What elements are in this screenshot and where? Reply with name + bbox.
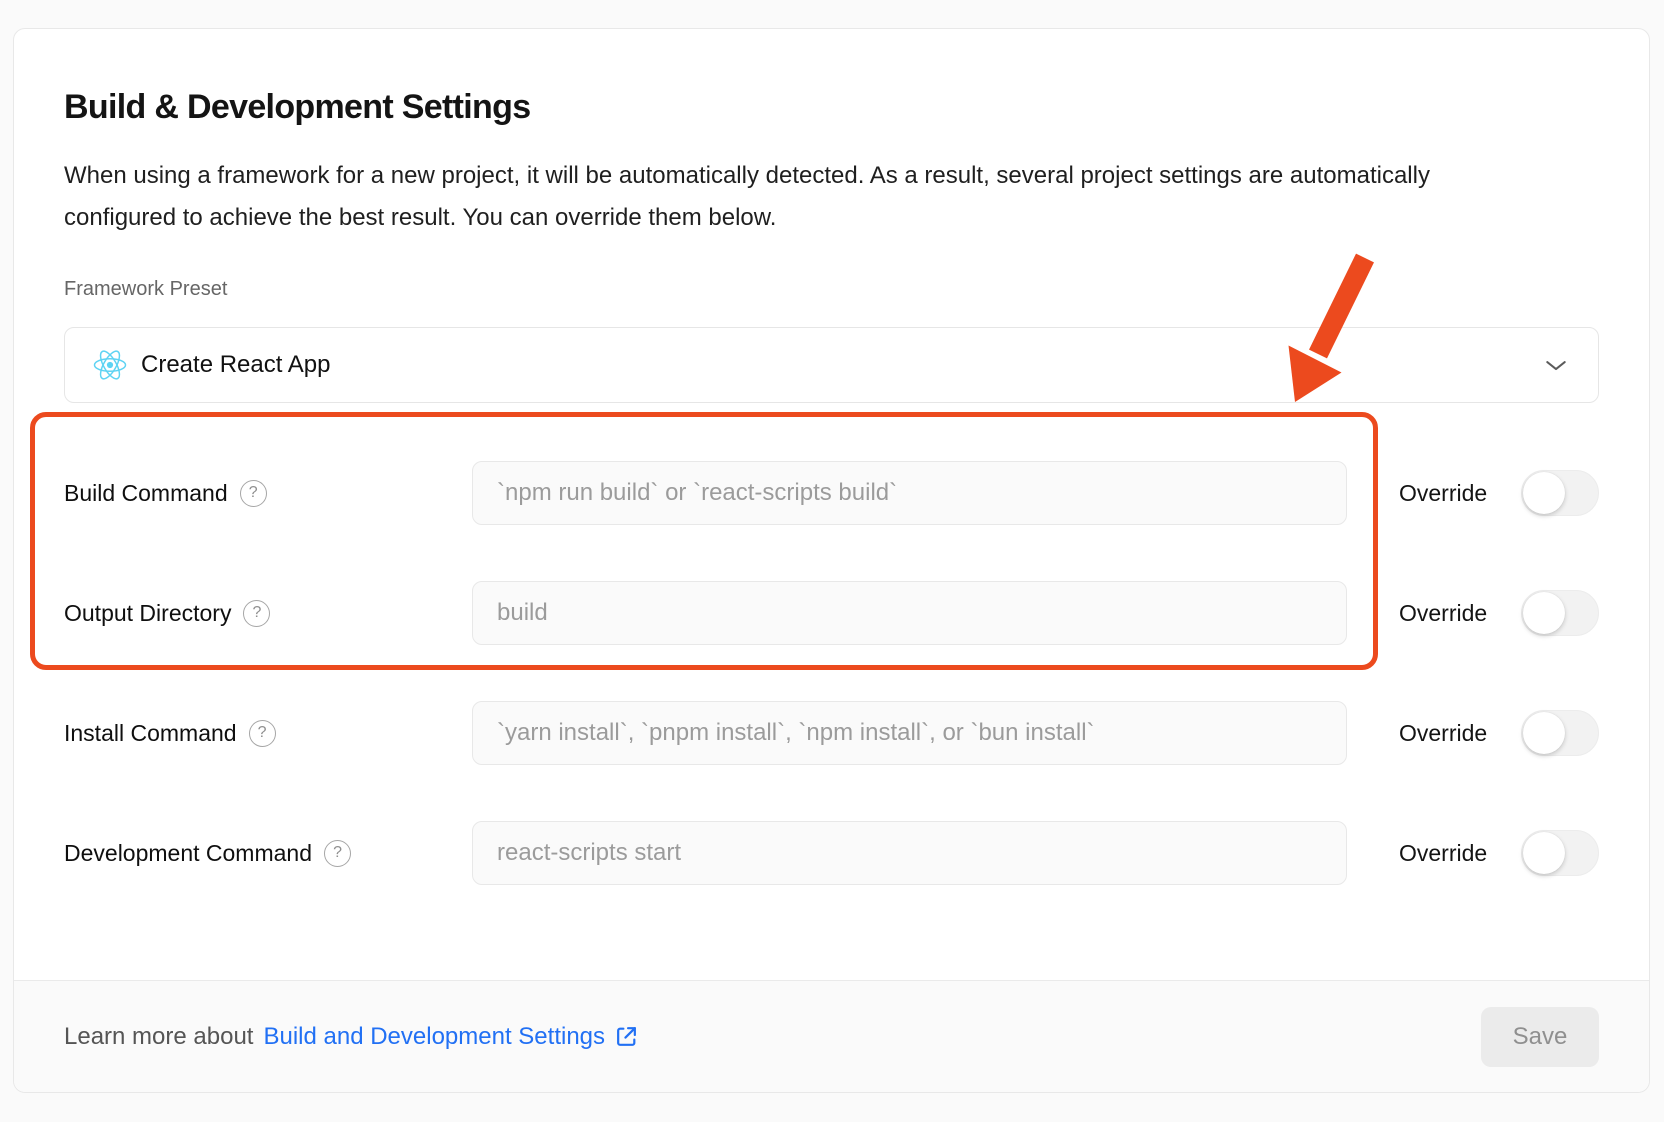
- development-command-row: Development Command ? Override: [64, 821, 1599, 885]
- question-mark-icon[interactable]: ?: [324, 840, 351, 867]
- save-button[interactable]: Save: [1481, 1007, 1599, 1067]
- page: Build & Development Settings When using …: [0, 0, 1664, 1122]
- settings-rows: Build Command ? Override Output Director…: [64, 461, 1599, 885]
- output-directory-label-group: Output Directory ?: [64, 600, 472, 627]
- install-command-label-group: Install Command ?: [64, 720, 472, 747]
- learn-more-prefix: Learn more about: [64, 1023, 253, 1051]
- toggle-knob: [1523, 592, 1565, 634]
- override-label: Override: [1399, 720, 1487, 747]
- development-command-override-group: Override: [1399, 830, 1599, 876]
- external-link-icon: [614, 1024, 639, 1049]
- override-toggle[interactable]: [1521, 470, 1599, 516]
- output-directory-override-group: Override: [1399, 590, 1599, 636]
- override-toggle[interactable]: [1521, 710, 1599, 756]
- question-mark-icon[interactable]: ?: [240, 480, 267, 507]
- development-command-input: [472, 821, 1347, 885]
- framework-preset-label: Framework Preset: [64, 275, 1599, 303]
- install-command-input: [472, 701, 1347, 765]
- toggle-knob: [1523, 832, 1565, 874]
- question-mark-icon[interactable]: ?: [243, 600, 270, 627]
- page-title: Build & Development Settings: [64, 85, 1599, 129]
- question-mark-icon[interactable]: ?: [249, 720, 276, 747]
- build-settings-card: Build & Development Settings When using …: [13, 28, 1650, 1093]
- card-body: Build & Development Settings When using …: [14, 29, 1649, 941]
- development-command-label-group: Development Command ?: [64, 840, 472, 867]
- build-command-label: Build Command: [64, 480, 228, 507]
- output-directory-row: Output Directory ? Override: [64, 581, 1599, 645]
- override-label: Override: [1399, 600, 1487, 627]
- development-command-label: Development Command: [64, 840, 312, 867]
- docs-link-label: Build and Development Settings: [263, 1023, 605, 1051]
- install-command-row: Install Command ? Override: [64, 701, 1599, 765]
- chevron-down-icon: [1542, 351, 1570, 379]
- build-settings-docs-link[interactable]: Build and Development Settings: [263, 1023, 639, 1051]
- override-toggle[interactable]: [1521, 590, 1599, 636]
- output-directory-label: Output Directory: [64, 600, 231, 627]
- card-footer: Learn more about Build and Development S…: [14, 980, 1649, 1092]
- install-command-label: Install Command: [64, 720, 237, 747]
- react-logo-icon: [93, 348, 127, 382]
- framework-preset-value: Create React App: [141, 351, 330, 379]
- build-command-input: [472, 461, 1347, 525]
- output-directory-input: [472, 581, 1347, 645]
- override-toggle[interactable]: [1521, 830, 1599, 876]
- install-command-override-group: Override: [1399, 710, 1599, 756]
- override-label: Override: [1399, 480, 1487, 507]
- override-label: Override: [1399, 840, 1487, 867]
- description-text: When using a framework for a new project…: [64, 155, 1484, 239]
- toggle-knob: [1523, 712, 1565, 754]
- build-command-override-group: Override: [1399, 470, 1599, 516]
- learn-more-text: Learn more about Build and Development S…: [64, 1023, 639, 1051]
- build-command-row: Build Command ? Override: [64, 461, 1599, 525]
- framework-preset-select[interactable]: Create React App: [64, 327, 1599, 403]
- build-command-label-group: Build Command ?: [64, 480, 472, 507]
- toggle-knob: [1523, 472, 1565, 514]
